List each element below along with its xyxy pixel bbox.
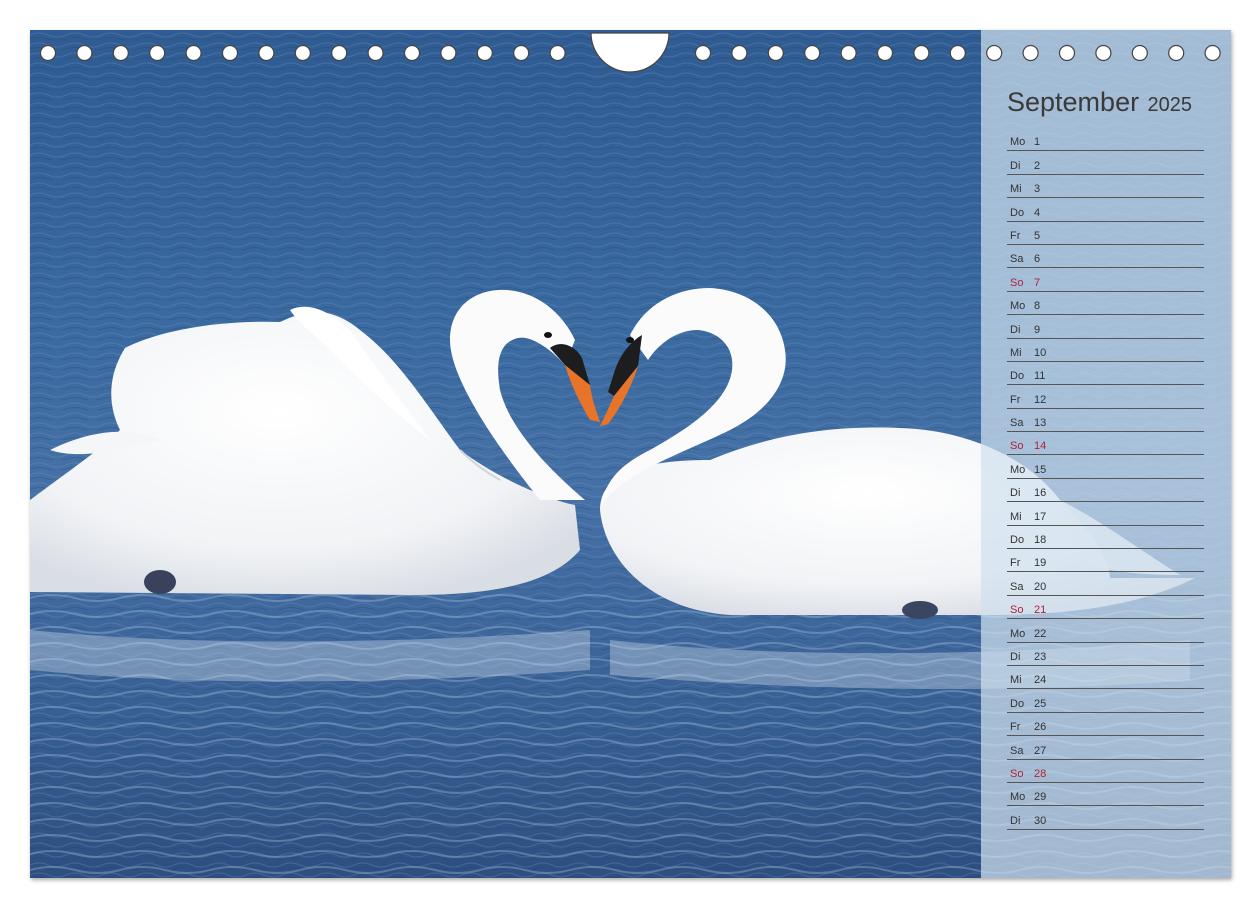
weekday-label: Sa bbox=[1010, 744, 1024, 757]
weekday-label: Sa bbox=[1010, 253, 1024, 266]
day-number: 24 bbox=[1034, 674, 1047, 687]
day-number: 25 bbox=[1034, 697, 1047, 710]
day-row: Sa 20 bbox=[1007, 572, 1204, 596]
day-row: So 14 bbox=[1007, 432, 1204, 456]
day-row: Mo 22 bbox=[1007, 619, 1204, 643]
day-list: Mo 1 Di 2 Mi 3 Do 4 Fr 5 Sa 6 So 7 Mo 8 Di 9 Mi 10 Do 11 Fr 12 S… bbox=[1007, 128, 1204, 830]
day-row: Fr 19 bbox=[1007, 549, 1204, 573]
day-row: So 7 bbox=[1007, 268, 1204, 292]
weekday-label: Mo bbox=[1010, 791, 1026, 804]
weekday-label: Fr bbox=[1010, 557, 1021, 570]
day-row: Di 30 bbox=[1007, 806, 1204, 830]
day-number: 19 bbox=[1034, 557, 1047, 570]
weekday-label: So bbox=[1010, 440, 1024, 453]
day-row: Mi 17 bbox=[1007, 502, 1204, 526]
weekday-label: Mi bbox=[1010, 183, 1022, 196]
day-row: So 28 bbox=[1007, 760, 1204, 783]
weekday-label: Mi bbox=[1010, 346, 1022, 359]
day-number: 21 bbox=[1034, 604, 1047, 617]
day-row: Do 4 bbox=[1007, 198, 1204, 222]
weekday-label: Mo bbox=[1010, 627, 1026, 640]
weekday-label: Do bbox=[1010, 206, 1025, 219]
calendar-panel: September 2025 Mo 1 Di 2 Mi 3 Do 4 Fr 5 Sa 6 So 7 Mo 8 D… bbox=[981, 30, 1231, 878]
day-number: 4 bbox=[1034, 206, 1041, 219]
day-row: Sa 27 bbox=[1007, 736, 1204, 760]
day-number: 22 bbox=[1034, 627, 1047, 640]
day-row: Mi 3 bbox=[1007, 175, 1204, 199]
day-row: Sa 13 bbox=[1007, 409, 1204, 433]
day-number: 29 bbox=[1034, 791, 1047, 804]
day-number: 30 bbox=[1034, 814, 1047, 827]
weekday-label: Mo bbox=[1010, 136, 1026, 149]
weekday-label: Sa bbox=[1010, 417, 1024, 430]
day-row: Mo 8 bbox=[1007, 292, 1204, 316]
day-row: Fr 26 bbox=[1007, 713, 1204, 737]
day-row: Mi 10 bbox=[1007, 339, 1204, 362]
weekday-label: Do bbox=[1010, 370, 1025, 383]
day-number: 7 bbox=[1034, 276, 1041, 289]
weekday-label: Di bbox=[1010, 650, 1021, 663]
day-number: 9 bbox=[1034, 323, 1041, 336]
weekday-label: Mi bbox=[1010, 510, 1022, 523]
day-row: Di 9 bbox=[1007, 315, 1204, 339]
day-row: Mi 24 bbox=[1007, 666, 1204, 690]
day-row: Do 18 bbox=[1007, 526, 1204, 550]
weekday-label: Mo bbox=[1010, 300, 1026, 313]
day-row: Fr 5 bbox=[1007, 222, 1204, 245]
weekday-label: Fr bbox=[1010, 393, 1021, 406]
weekday-label: Di bbox=[1010, 814, 1021, 827]
day-row: Mo 1 bbox=[1007, 128, 1204, 152]
weekday-label: Do bbox=[1010, 697, 1025, 710]
calendar-page: September 2025 Mo 1 Di 2 Mi 3 Do 4 Fr 5 Sa 6 So 7 Mo 8 D… bbox=[30, 30, 1231, 878]
day-number: 2 bbox=[1034, 159, 1041, 172]
weekday-label: Di bbox=[1010, 323, 1021, 336]
day-row: Di 16 bbox=[1007, 479, 1204, 503]
day-number: 11 bbox=[1034, 370, 1046, 383]
day-number: 17 bbox=[1034, 510, 1047, 523]
day-row: Mo 29 bbox=[1007, 783, 1204, 807]
day-row: Do 25 bbox=[1007, 689, 1204, 713]
month-title: September 2025 bbox=[1007, 87, 1192, 118]
day-number: 13 bbox=[1034, 417, 1047, 430]
day-number: 26 bbox=[1034, 721, 1047, 734]
day-number: 1 bbox=[1034, 136, 1041, 149]
day-number: 10 bbox=[1034, 346, 1047, 359]
weekday-label: Di bbox=[1010, 487, 1021, 500]
day-number: 28 bbox=[1034, 767, 1047, 780]
day-number: 6 bbox=[1034, 253, 1041, 266]
day-number: 8 bbox=[1034, 300, 1041, 313]
weekday-label: Mi bbox=[1010, 674, 1022, 687]
weekday-label: So bbox=[1010, 604, 1024, 617]
weekday-label: Sa bbox=[1010, 580, 1024, 593]
day-number: 14 bbox=[1034, 440, 1047, 453]
day-number: 23 bbox=[1034, 650, 1047, 663]
day-number: 5 bbox=[1034, 229, 1041, 242]
day-row: Fr 12 bbox=[1007, 385, 1204, 409]
day-row: Di 2 bbox=[1007, 151, 1204, 175]
day-number: 16 bbox=[1034, 487, 1047, 500]
day-number: 18 bbox=[1034, 534, 1047, 547]
weekday-label: Do bbox=[1010, 534, 1025, 547]
day-number: 15 bbox=[1034, 463, 1047, 476]
weekday-label: Fr bbox=[1010, 229, 1021, 242]
year: 2025 bbox=[1147, 94, 1193, 116]
day-row: Sa 6 bbox=[1007, 245, 1204, 269]
day-number: 20 bbox=[1034, 580, 1047, 593]
weekday-label: So bbox=[1010, 276, 1024, 289]
weekday-label: Fr bbox=[1010, 721, 1021, 734]
day-row: So 21 bbox=[1007, 596, 1204, 620]
weekday-label: Mo bbox=[1010, 463, 1026, 476]
day-number: 12 bbox=[1034, 393, 1047, 406]
day-row: Di 23 bbox=[1007, 643, 1204, 666]
day-row: Mo 15 bbox=[1007, 455, 1204, 479]
month-name: September bbox=[1007, 87, 1140, 117]
weekday-label: Di bbox=[1010, 159, 1021, 172]
day-number: 27 bbox=[1034, 744, 1047, 757]
day-number: 3 bbox=[1034, 183, 1041, 196]
weekday-label: So bbox=[1010, 767, 1024, 780]
day-row: Do 11 bbox=[1007, 362, 1204, 386]
